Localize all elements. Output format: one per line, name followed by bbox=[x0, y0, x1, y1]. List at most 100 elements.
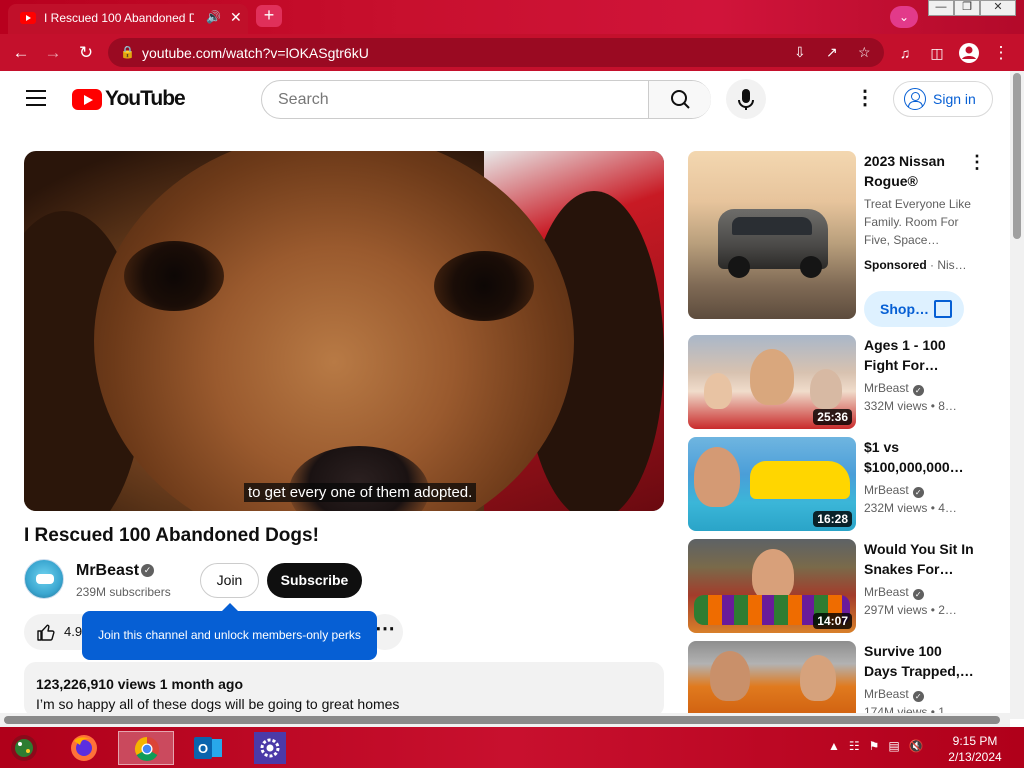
flag-icon[interactable]: ⚑ bbox=[869, 739, 880, 753]
show-hidden-icons-icon[interactable]: ▲ bbox=[828, 739, 840, 753]
verified-check-icon: ✓ bbox=[912, 691, 924, 702]
subscribe-button[interactable]: Subscribe bbox=[267, 563, 362, 598]
description-text: I’m so happy all of these dogs will be g… bbox=[36, 696, 400, 712]
related-video-stats: 232M views • 4… bbox=[864, 501, 957, 515]
youtube-logo[interactable]: YouTube bbox=[72, 87, 186, 110]
related-video-title[interactable]: $1 vs $100,000,000… bbox=[864, 437, 974, 477]
voice-search-button[interactable] bbox=[726, 79, 766, 119]
youtube-masthead: YouTube ⋮ Sign in bbox=[0, 71, 1010, 127]
search-input[interactable] bbox=[262, 81, 648, 118]
video-duration: 14:07 bbox=[813, 613, 852, 629]
address-bar[interactable]: 🔒 youtube.com/watch?v=lOKASgtr6kU ⇩ ↗ ☆ bbox=[108, 38, 884, 67]
video-duration: 16:28 bbox=[813, 511, 852, 527]
chrome-taskbar-icon[interactable] bbox=[118, 731, 174, 765]
related-video-channel[interactable]: MrBeast ✓ bbox=[864, 687, 924, 702]
guide-menu-icon[interactable] bbox=[26, 90, 46, 106]
system-tray: ▲ ☷ ⚑ ▤ 🔇 bbox=[828, 739, 924, 753]
related-video-thumbnail[interactable]: 14:07 bbox=[688, 539, 856, 633]
tab-search-button[interactable]: ⌄ bbox=[890, 6, 918, 28]
sign-in-button[interactable]: Sign in bbox=[893, 81, 993, 117]
related-video-thumbnail[interactable] bbox=[688, 641, 856, 717]
ad-title[interactable]: 2023 Nissan Rogue® bbox=[864, 151, 964, 191]
outlook-icon[interactable]: O bbox=[190, 731, 226, 765]
media-controls-icon[interactable]: ♫ bbox=[894, 42, 916, 64]
tab-title: I Rescued 100 Abandoned Dogs! - YouTube bbox=[44, 11, 194, 25]
share-icon[interactable]: ↗ bbox=[826, 44, 838, 61]
video-caption: to get every one of them adopted. bbox=[244, 483, 477, 502]
related-video-channel[interactable]: MrBeast ✓ bbox=[864, 585, 924, 600]
video-player[interactable]: to get every one of them adopted. bbox=[24, 151, 664, 511]
side-panel-icon[interactable]: ◫ bbox=[926, 42, 948, 64]
join-button[interactable]: Join bbox=[200, 563, 259, 598]
verified-check-icon: ✓ bbox=[912, 385, 924, 396]
reload-icon[interactable]: ↻ bbox=[75, 42, 97, 64]
bookmark-star-icon[interactable]: ☆ bbox=[858, 44, 871, 61]
firefox-icon[interactable] bbox=[66, 731, 102, 765]
tab-close-icon[interactable]: ✕ bbox=[230, 9, 242, 26]
youtube-play-icon bbox=[72, 88, 102, 110]
install-app-icon[interactable]: ⇩ bbox=[794, 44, 806, 61]
clock-date: 2/13/2024 bbox=[948, 750, 1002, 764]
start-orb-icon[interactable] bbox=[6, 731, 42, 765]
ad-description: Treat Everyone Like Family. Room For Fiv… bbox=[864, 197, 971, 247]
restore-button[interactable]: ❐ bbox=[954, 0, 980, 16]
search-box bbox=[261, 80, 711, 119]
vertical-scroll-thumb[interactable] bbox=[1013, 73, 1021, 239]
video-duration: 25:36 bbox=[813, 409, 852, 425]
related-video-thumbnail[interactable]: 25:36 bbox=[688, 335, 856, 429]
back-icon[interactable]: ← bbox=[10, 42, 32, 64]
related-video-title[interactable]: Ages 1 - 100 Fight For… bbox=[864, 335, 974, 375]
channel-name[interactable]: MrBeast bbox=[76, 562, 139, 580]
related-video-channel[interactable]: MrBeast ✓ bbox=[864, 483, 924, 498]
microphone-icon bbox=[738, 89, 754, 110]
lock-icon[interactable]: 🔒 bbox=[120, 45, 135, 59]
horizontal-scrollbar[interactable] bbox=[0, 713, 1010, 727]
network-icon[interactable]: ☷ bbox=[849, 739, 860, 753]
youtube-favicon-icon bbox=[20, 12, 36, 24]
svg-text:O: O bbox=[198, 741, 208, 756]
windows-taskbar: O ▲ ☷ ⚑ ▤ 🔇 9:15 PM 2/13/2024 bbox=[0, 727, 1024, 768]
settings-kebab-icon[interactable]: ⋮ bbox=[855, 87, 875, 111]
verified-check-icon: ✓ bbox=[912, 487, 924, 498]
url-text[interactable]: youtube.com/watch?v=lOKASgtr6kU bbox=[142, 45, 369, 61]
new-tab-button[interactable]: + bbox=[256, 5, 282, 27]
account-circle-icon bbox=[904, 88, 926, 110]
related-video-title[interactable]: Would You Sit In Snakes For… bbox=[864, 539, 974, 579]
browser-tab-strip: I Rescued 100 Abandoned Dogs! - YouTube … bbox=[0, 0, 1024, 34]
related-video-channel[interactable]: MrBeast ✓ bbox=[864, 381, 924, 396]
volume-muted-icon[interactable]: 🔇 bbox=[909, 739, 924, 753]
ad-menu-icon[interactable]: ⋮ bbox=[968, 152, 986, 173]
like-count: 4.9 bbox=[64, 624, 83, 639]
minimize-button[interactable]: — bbox=[928, 0, 954, 16]
youtube-logo-text: YouTube bbox=[105, 87, 186, 110]
browser-tab[interactable]: I Rescued 100 Abandoned Dogs! - YouTube … bbox=[8, 4, 248, 34]
sign-in-label: Sign in bbox=[933, 91, 976, 107]
clock-time: 9:15 PM bbox=[952, 734, 998, 748]
tab-audio-icon[interactable]: 🔊 bbox=[206, 10, 221, 24]
settings-gear-icon[interactable] bbox=[252, 731, 288, 765]
ad-sponsored-label: Sponsored · Nis… bbox=[864, 258, 967, 272]
forward-icon[interactable]: → bbox=[42, 42, 64, 64]
supercar-image bbox=[750, 461, 850, 499]
channel-avatar[interactable] bbox=[24, 559, 64, 599]
thumbs-up-icon bbox=[37, 624, 55, 641]
chrome-menu-icon[interactable]: ⋮ bbox=[990, 42, 1012, 64]
ethernet-icon[interactable]: ▤ bbox=[888, 739, 899, 753]
horizontal-scroll-thumb[interactable] bbox=[4, 716, 1000, 724]
profile-icon[interactable] bbox=[958, 42, 980, 64]
close-window-button[interactable]: ✕ bbox=[980, 0, 1016, 16]
join-tooltip: Join this channel and unlock members-onl… bbox=[82, 603, 377, 660]
vertical-scrollbar[interactable] bbox=[1010, 71, 1024, 719]
taskbar-clock[interactable]: 9:15 PM 2/13/2024 bbox=[940, 733, 1010, 765]
description-box[interactable]: 123,226,910 views 1 month ago I’m so hap… bbox=[24, 662, 664, 717]
related-video-stats: 332M views • 8… bbox=[864, 399, 957, 413]
verified-check-icon: ✓ bbox=[912, 589, 924, 600]
verified-check-icon: ✓ bbox=[141, 564, 154, 577]
related-video-title[interactable]: Survive 100 Days Trapped,… bbox=[864, 641, 974, 681]
ad-thumbnail[interactable] bbox=[688, 151, 856, 319]
external-link-icon bbox=[934, 300, 952, 318]
related-video-thumbnail[interactable]: 16:28 bbox=[688, 437, 856, 531]
search-button[interactable] bbox=[648, 81, 711, 118]
subscriber-count: 239M subscribers bbox=[76, 585, 171, 599]
shop-now-button[interactable]: Shop… bbox=[864, 291, 964, 327]
